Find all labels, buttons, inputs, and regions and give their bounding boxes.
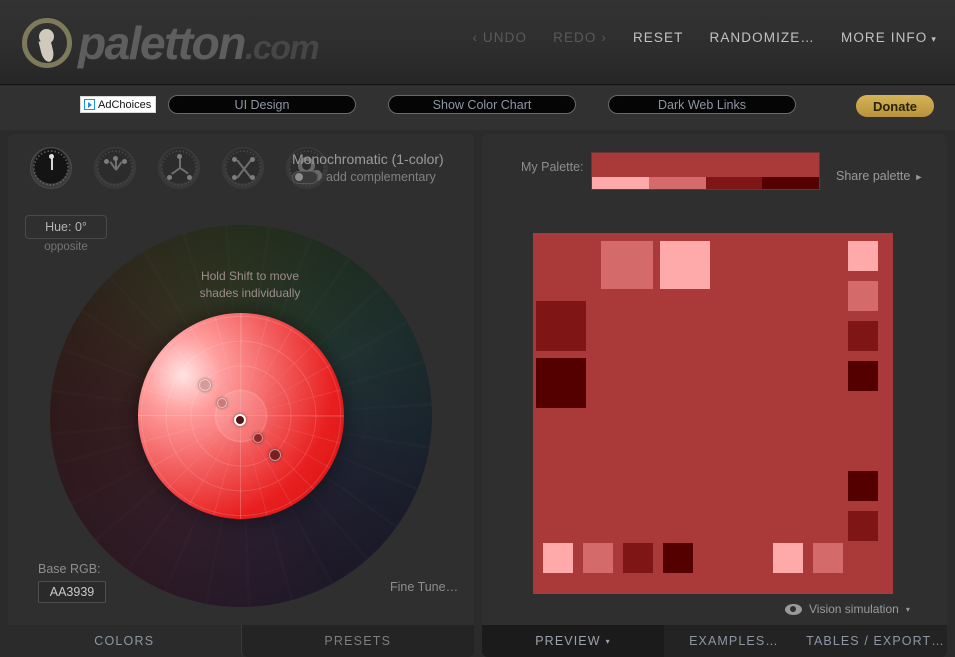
paletton-app: paletton.com ‹ UNDO REDO › RESET RANDOMI… bbox=[0, 0, 955, 657]
eye-icon bbox=[785, 603, 802, 615]
paletton-logo-icon bbox=[22, 18, 72, 68]
add-complementary-toggle[interactable]: add complementary bbox=[292, 170, 436, 184]
brand-word: paletton bbox=[78, 17, 246, 69]
palette-shade-swatches bbox=[592, 177, 819, 189]
fine-tune-button[interactable]: Fine Tune… bbox=[390, 580, 458, 594]
left-panel-tabs: COLORS PRESETS bbox=[8, 625, 474, 657]
swatch-right-1[interactable] bbox=[848, 241, 878, 271]
adchoices-badge[interactable]: AdChoices bbox=[80, 96, 157, 113]
my-palette-strip[interactable] bbox=[591, 152, 820, 190]
app-header: paletton.com ‹ UNDO REDO › RESET RANDOMI… bbox=[0, 0, 955, 85]
scheme-title: Monochromatic (1-color) bbox=[292, 151, 444, 167]
scheme-selector bbox=[30, 147, 328, 189]
swatch-top-mid-2[interactable] bbox=[660, 241, 710, 289]
tab-tables-export[interactable]: TABLES / EXPORT… bbox=[804, 625, 947, 657]
tab-presets[interactable]: PRESETS bbox=[240, 625, 474, 657]
swatch-left-2[interactable] bbox=[536, 358, 586, 408]
palette-main-swatch[interactable] bbox=[592, 153, 819, 177]
share-arrow-icon: ► bbox=[914, 172, 924, 182]
toggle-switch-icon bbox=[292, 170, 318, 184]
scheme-complement[interactable] bbox=[94, 147, 136, 189]
redo-button[interactable]: REDO › bbox=[553, 30, 607, 45]
ad-link-show-color-chart[interactable]: Show Color Chart bbox=[388, 95, 576, 114]
undo-button[interactable]: ‹ UNDO bbox=[472, 30, 527, 45]
my-palette-label: My Palette: bbox=[521, 160, 584, 174]
base-rgb-label: Base RGB: bbox=[38, 562, 101, 576]
base-rgb-group: Base RGB: bbox=[38, 562, 106, 603]
palette-shade-4[interactable] bbox=[762, 177, 819, 189]
more-info-label: MORE INFO bbox=[840, 30, 928, 45]
base-rgb-input[interactable] bbox=[38, 581, 106, 603]
swatch-right-4[interactable] bbox=[848, 361, 878, 391]
wheel-marker-shade-light-2[interactable] bbox=[199, 379, 211, 391]
wheel-marker-shade-light-1[interactable] bbox=[217, 398, 227, 408]
swatch-right-2[interactable] bbox=[848, 281, 878, 311]
swatch-top-mid-1[interactable] bbox=[601, 241, 653, 289]
swatch-bottom-3[interactable] bbox=[623, 543, 653, 573]
swatch-bottom-6[interactable] bbox=[813, 543, 843, 573]
swatch-left-1[interactable] bbox=[536, 301, 586, 351]
logo[interactable]: paletton.com bbox=[22, 12, 320, 74]
scheme-tetrad[interactable] bbox=[222, 147, 264, 189]
wheel-marker-base[interactable] bbox=[234, 414, 246, 426]
swatch-bottom-2[interactable] bbox=[583, 543, 613, 573]
wheel-marker-shade-dark-1[interactable] bbox=[253, 433, 263, 443]
hue-opposite-label[interactable]: opposite bbox=[25, 241, 107, 253]
donate-button[interactable]: Donate bbox=[856, 95, 934, 117]
swatch-right-3[interactable] bbox=[848, 321, 878, 351]
randomize-button[interactable]: RANDOMIZE… bbox=[709, 30, 815, 45]
chevron-down-icon: ▾ bbox=[605, 636, 611, 646]
tab-examples[interactable]: EXAMPLES… bbox=[664, 625, 804, 657]
wheel-marker-shade-dark-2[interactable] bbox=[269, 449, 281, 461]
adchoices-label: AdChoices bbox=[98, 98, 152, 111]
top-navigation: ‹ UNDO REDO › RESET RANDOMIZE… MORE INFO… bbox=[472, 30, 937, 45]
palette-shade-2[interactable] bbox=[648, 177, 706, 189]
palette-shade-1[interactable] bbox=[592, 177, 649, 189]
swatch-right-5[interactable] bbox=[848, 471, 878, 501]
preview-canvas[interactable] bbox=[533, 233, 893, 594]
brand-tld: .com bbox=[244, 29, 320, 67]
vision-simulation-button[interactable]: Vision simulation ▾ bbox=[785, 602, 910, 616]
hue-value-button[interactable]: Hue: 0° bbox=[25, 215, 107, 239]
more-info-button[interactable]: MORE INFO ▾ bbox=[841, 30, 937, 45]
tab-preview[interactable]: PREVIEW ▾ bbox=[482, 625, 664, 657]
add-complementary-label: add complementary bbox=[326, 170, 436, 184]
ad-link-ui-design[interactable]: UI Design bbox=[168, 95, 356, 114]
reset-button[interactable]: RESET bbox=[633, 30, 684, 45]
brand-name: paletton.com bbox=[78, 17, 320, 69]
tab-preview-label: PREVIEW bbox=[535, 634, 601, 648]
ad-link-dark-web-links[interactable]: Dark Web Links bbox=[608, 95, 796, 114]
scheme-monochromatic[interactable] bbox=[30, 147, 72, 189]
palette-shade-3[interactable] bbox=[705, 177, 763, 189]
share-palette-label: Share palette bbox=[836, 169, 911, 183]
chevron-down-icon: ▾ bbox=[905, 604, 910, 614]
swatch-bottom-1[interactable] bbox=[543, 543, 573, 573]
share-palette-button[interactable]: Share palette ► bbox=[836, 169, 923, 183]
vision-simulation-label: Vision simulation bbox=[809, 602, 899, 616]
swatch-bottom-4[interactable] bbox=[663, 543, 693, 573]
adchoices-icon bbox=[84, 99, 95, 110]
swatch-right-6[interactable] bbox=[848, 511, 878, 541]
chevron-down-icon: ▾ bbox=[931, 34, 937, 44]
tab-colors[interactable]: COLORS bbox=[8, 625, 241, 657]
right-panel-tabs: PREVIEW ▾ EXAMPLES… TABLES / EXPORT… bbox=[482, 625, 947, 657]
scheme-triad[interactable] bbox=[158, 147, 200, 189]
swatch-bottom-5[interactable] bbox=[773, 543, 803, 573]
